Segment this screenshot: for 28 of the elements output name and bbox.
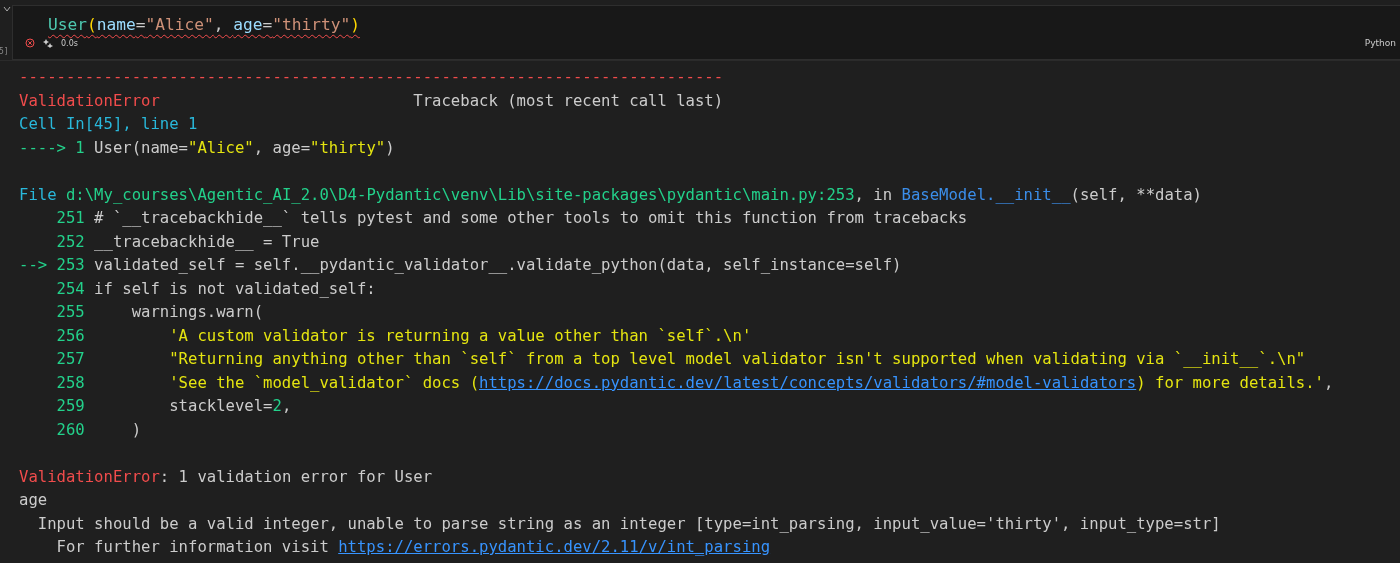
output-line: Input should be a valid integer, unable to parse string as an integer [type=int_parsing, input_value='thirty', input_type=str] <box>36 513 1222 535</box>
output-line: ValidationError Traceback (most recent call last) <box>19 90 725 112</box>
output-line: Cell In[45], line 1 <box>19 114 199 135</box>
link[interactable]: https://errors.pydantic.dev/2.11/v/int_parsing <box>338 538 771 556</box>
output-line: 257 "Returning anything other than `self` from a top level model validator isn't supported when validating via `__init__`.\n" <box>55 349 1307 370</box>
code-line: User(name="Alice", age="thirty") <box>47 14 361 36</box>
output-line: ValidationError: 1 validation error for User <box>19 466 434 488</box>
execution-count: 5] <box>0 47 9 56</box>
output-line: File d:\My_courses\Agentic_AI_2.0\D4-Pydantic\venv\Lib\site-packages\pydantic\main.py:253, in BaseModel.__init__(self, **data) <box>19 184 1203 206</box>
language-label[interactable]: Python <box>1364 38 1396 48</box>
sparkle-icon[interactable] <box>43 38 53 48</box>
link[interactable]: https://docs.pydantic.dev/latest/concepts/validators/#model-validators <box>479 373 1137 392</box>
output-line: age <box>19 490 49 511</box>
output-line: 259 stacklevel=2, <box>55 396 293 417</box>
output-line: 258 'See the `model_validator` docs (https://docs.pydantic.dev/latest/concepts/validators/#model-validators) for more details.', <box>55 372 1335 394</box>
output-line: 254 if self is not validated_self: <box>55 278 377 300</box>
output-line: --------------------------------------------------------------------------- <box>19 67 725 88</box>
output-line: 251 # `__tracebackhide__` tells pytest and some other tools to omit this function from tracebacks <box>55 208 969 229</box>
output-line: ----> 1 User(name="Alice", age="thirty") <box>19 137 396 159</box>
output-line: 260 ) <box>55 419 143 441</box>
execution-time: 0.0s <box>61 38 78 48</box>
chevron-down-icon[interactable] <box>3 6 11 12</box>
output-line: 252 __tracebackhide__ = True <box>55 231 321 253</box>
output-line: --> 253 validated_self = self.__pydantic_validator__.validate_python(data, self_instance=self) <box>19 255 903 276</box>
output-line: 255 warnings.warn( <box>55 302 265 323</box>
output-line: For further information visit https://errors.pydantic.dev/2.11/v/int_parsing <box>55 537 772 558</box>
output-line: 256 'A custom validator is returning a value other than `self`.\n' <box>55 325 753 347</box>
code-cell[interactable]: User(name="Alice", age="thirty") 0.0s Python <box>12 5 1400 60</box>
